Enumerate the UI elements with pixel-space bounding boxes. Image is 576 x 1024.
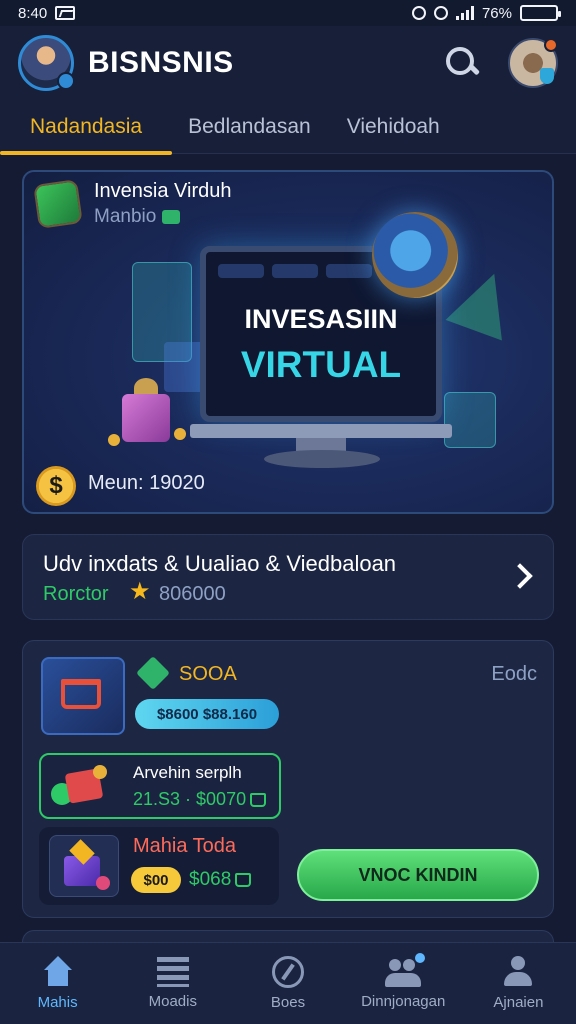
- tab-bar: Nadandasia Bedlandasan Viehidoah: [0, 100, 576, 155]
- price-pill[interactable]: $8600 $88.160: [135, 699, 279, 729]
- avatar[interactable]: [18, 35, 75, 91]
- money-icon: [33, 179, 83, 229]
- gem-icon: [136, 656, 170, 690]
- shield-icon: [540, 68, 554, 84]
- virtual-investment-card[interactable]: Invensia Virduh Manbio INVESASIIN VIRTUA…: [22, 170, 554, 514]
- screen-heading: INVESASIIN: [244, 304, 398, 334]
- chevron-right-icon[interactable]: [511, 561, 529, 591]
- battery-percent: 76%: [481, 4, 512, 22]
- monitor-foot: [264, 450, 380, 468]
- users-icon: [385, 953, 426, 987]
- nav-label: Ajnaien: [493, 994, 544, 1011]
- rating-value: 806000: [159, 583, 226, 605]
- bag-icon: [250, 793, 267, 808]
- app-header: BISNSNIS: [0, 26, 576, 100]
- status-time: 8:40: [18, 4, 48, 22]
- gift-bundle-icon: [51, 765, 111, 809]
- profile-button[interactable]: [508, 38, 558, 88]
- shopping-cart-thumbnail[interactable]: [41, 657, 125, 735]
- nav-item-home[interactable]: Mahis: [0, 943, 115, 1024]
- bottom-navigation: Mahis Moadis Boes Dinnjonagan Ajnaien: [0, 942, 576, 1024]
- nav-label: Moadis: [148, 993, 197, 1010]
- search-icon[interactable]: [442, 43, 482, 83]
- arrow-decoration: [445, 263, 523, 341]
- product-values: 21.S3 · $0070: [133, 789, 267, 810]
- nav-label: Dinnjonagan: [361, 993, 446, 1010]
- coin-orb-icon: [372, 212, 458, 298]
- product-price: $068: [189, 869, 252, 891]
- home-icon: [40, 956, 76, 988]
- hologram-panel-decoration: [164, 342, 204, 392]
- monitor-base: [190, 424, 452, 438]
- do-not-disturb-icon: [433, 6, 448, 20]
- image-notification-icon: [55, 6, 76, 20]
- tab-viehidoah[interactable]: Viehidoah: [329, 100, 456, 154]
- hologram-panel-decoration: [444, 392, 496, 448]
- verified-badge-icon: [57, 72, 75, 90]
- nav-label: Mahis: [37, 994, 78, 1011]
- price-badge: $00: [131, 867, 181, 893]
- battery-icon: [520, 5, 561, 21]
- tab-bedlandasan[interactable]: Bedlandasan: [172, 100, 329, 154]
- nav-item-profile[interactable]: Ajnaien: [461, 943, 576, 1024]
- star-icon: ★: [129, 578, 151, 605]
- details-title: Udv inxdats & Uualiao & Viedbaloan: [43, 551, 397, 576]
- product-title: Arvehin serplh: [133, 763, 242, 782]
- gems-thumbnail: [49, 835, 119, 897]
- rating-label: Rorctor: [43, 583, 109, 605]
- product-title: Mahia Toda: [133, 835, 237, 857]
- treasure-box-icon: [122, 394, 170, 442]
- signal-icon: [455, 6, 474, 20]
- product-title: SOOA: [179, 663, 237, 685]
- nav-item-explore[interactable]: Boes: [230, 943, 345, 1024]
- bag-icon: [235, 872, 252, 887]
- list-icon: [156, 957, 189, 987]
- alarm-icon: [411, 6, 426, 20]
- coin-icon: [174, 428, 186, 440]
- coin-icon: [108, 434, 120, 446]
- product-item[interactable]: Mahia Toda $00 $068: [39, 827, 279, 905]
- tab-nadandasia[interactable]: Nadandasia: [0, 100, 173, 155]
- app-title: BISNSNIS: [88, 46, 234, 79]
- product-item[interactable]: Arvehin serplh 21.S3 · $0070: [39, 753, 281, 819]
- dollar-coin-icon: $: [36, 466, 76, 506]
- notification-badge: [544, 38, 558, 52]
- card-corner-label[interactable]: Eodc: [491, 663, 537, 686]
- details-row[interactable]: Udv inxdats & Uualiao & Viedbaloan Rorct…: [22, 534, 554, 620]
- card-subtitle: Manbio: [94, 206, 181, 228]
- nav-item-list[interactable]: Moadis: [115, 943, 230, 1024]
- card-title: Invensia Virduh: [94, 180, 232, 202]
- status-bar: 8:40 76%: [0, 0, 576, 26]
- minimum-amount: Meun: 19020: [88, 472, 205, 494]
- nav-label: Boes: [270, 994, 306, 1011]
- products-card: Eodc SOOA $8600 $88.160 Arvehin serplh 2…: [22, 640, 554, 918]
- bag-icon: [162, 209, 181, 224]
- screen-subheading: VIRTUAL: [240, 344, 402, 385]
- compass-icon: [272, 956, 304, 988]
- buy-button[interactable]: VNOC KINDIN: [297, 849, 539, 901]
- person-icon: [502, 956, 534, 988]
- cart-icon: [61, 679, 101, 709]
- nav-item-community[interactable]: Dinnjonagan: [346, 943, 461, 1024]
